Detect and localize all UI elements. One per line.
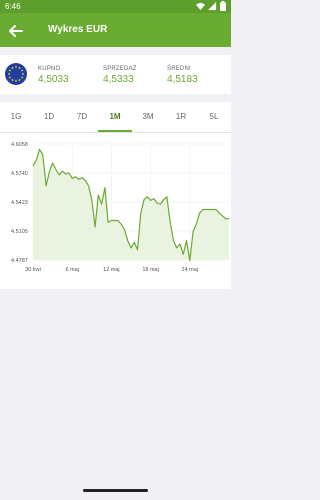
status-icons: [196, 1, 226, 11]
rate-buy-value: 4,5033: [38, 74, 69, 85]
home-indicator[interactable]: [83, 489, 148, 492]
exchange-rate-chart: 4.6058 4.5740 4.5423 4.5105 4.4787 30 kwi 6 ma…: [11, 142, 229, 273]
eu-star: [11, 67, 14, 69]
tab-7d[interactable]: 7D: [70, 102, 94, 132]
tab-1m[interactable]: 1M: [103, 102, 127, 132]
back-arrow-icon[interactable]: [6, 21, 26, 41]
tab-1d[interactable]: 1D: [37, 102, 61, 132]
tab-3m[interactable]: 3M: [136, 102, 160, 132]
battery-icon: [220, 1, 226, 11]
wifi-icon: [196, 2, 205, 10]
eu-star: [9, 69, 11, 72]
rate-sell: SPRZEDAŻ 4,5333: [103, 66, 137, 85]
range-tabs: 1G 1D 7D 1M 3M 1R 5L: [0, 102, 231, 133]
eu-star: [15, 80, 17, 82]
rate-mid-value: 4,5183: [167, 74, 198, 85]
signal-icon: [208, 1, 217, 10]
tab-1g[interactable]: 1G: [4, 102, 28, 132]
y-tick-label: 4.4787: [11, 258, 28, 264]
rates-card: KUPNO 4,5033 SPRZEDAŻ 4,5333 ŚREDNI 4,51…: [0, 55, 231, 94]
rate-mid: ŚREDNI 4,5183: [167, 66, 198, 85]
eu-flag-icon: [5, 63, 27, 85]
x-tick-label: 6 maj: [65, 267, 78, 273]
rate-sell-value: 4,5333: [103, 74, 134, 85]
eu-star: [21, 76, 23, 79]
app-bar: Wykres EUR: [0, 13, 231, 47]
x-tick-label: 30 kwi: [25, 267, 41, 273]
x-tick-label: 24 maj: [182, 267, 199, 273]
chart-card: 1G 1D 7D 1M 3M 1R 5L 4.6058 4.5740 4.5423 4…: [0, 102, 231, 289]
status-time: 6:46: [5, 2, 21, 11]
eu-star: [22, 73, 24, 75]
eu-star: [9, 76, 11, 79]
y-tick-label: 4.5105: [11, 229, 28, 235]
x-tick-label: 12 maj: [103, 267, 120, 273]
rate-buy-label: KUPNO: [38, 66, 61, 72]
navigation-bar: [0, 475, 231, 500]
y-tick-label: 4.5740: [11, 171, 28, 177]
y-tick-label: 4.6058: [11, 142, 28, 148]
tab-indicator: [98, 130, 132, 132]
y-tick-label: 4.5423: [11, 200, 28, 206]
chart-area: [33, 149, 229, 261]
tab-1r[interactable]: 1R: [169, 102, 193, 132]
x-tick-label: 18 maj: [142, 267, 159, 273]
eu-star: [15, 66, 17, 68]
eu-star: [18, 79, 21, 81]
page-title: Wykres EUR: [48, 24, 108, 35]
rate-mid-label: ŚREDNI: [167, 66, 191, 72]
eu-star: [18, 67, 21, 69]
eu-star: [21, 69, 23, 72]
tab-5l[interactable]: 5L: [202, 102, 226, 132]
rate-buy: KUPNO 4,5033: [38, 66, 69, 85]
status-bar: 6:46: [0, 0, 231, 13]
rate-sell-label: SPRZEDAŻ: [103, 66, 137, 72]
eu-star: [11, 79, 14, 81]
eu-star: [8, 73, 10, 75]
